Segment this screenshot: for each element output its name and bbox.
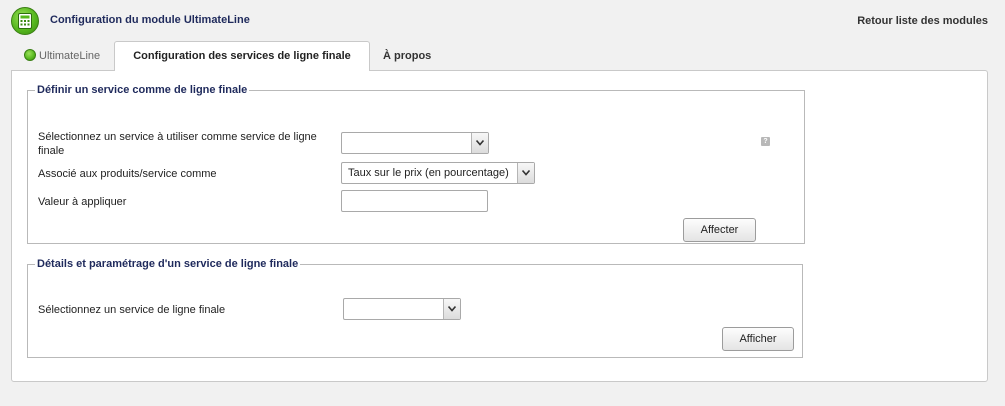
- afficher-button[interactable]: Afficher: [722, 327, 794, 351]
- chevron-down-icon: [517, 163, 534, 183]
- associate-label: Associé aux produits/service comme: [38, 168, 217, 180]
- calculator-icon: [11, 7, 39, 35]
- tab-ultimateline[interactable]: UltimateLine: [24, 42, 110, 70]
- page-title: Configuration du module UltimateLine: [50, 14, 250, 26]
- chevron-down-icon: [471, 133, 488, 153]
- service-select[interactable]: [341, 132, 489, 154]
- service-details-legend: Détails et paramétrage d'un service de l…: [37, 258, 299, 270]
- chevron-down-icon: [443, 299, 460, 319]
- final-service-select-label: Sélectionnez un service de ligne finale: [38, 304, 226, 316]
- ultimateline-icon: [24, 49, 36, 61]
- final-service-select[interactable]: [343, 298, 461, 320]
- tab-content-panel: Définir un service comme de ligne finale…: [11, 70, 988, 382]
- define-service-legend: Définir un service comme de ligne finale: [37, 84, 248, 96]
- help-icon[interactable]: ?: [761, 137, 770, 146]
- service-details-fieldset: Détails et paramétrage d'un service de l…: [27, 258, 803, 358]
- back-to-modules-link[interactable]: Retour liste des modules: [857, 15, 988, 27]
- affecter-button[interactable]: Affecter: [683, 218, 756, 242]
- associate-select[interactable]: Taux sur le prix (en pourcentage): [341, 162, 535, 184]
- amount-input[interactable]: [341, 190, 488, 212]
- tab-ultimateline-label: UltimateLine: [39, 50, 101, 62]
- associate-select-value: Taux sur le prix (en pourcentage): [348, 167, 509, 179]
- service-select-label: Sélectionnez un service à utiliser comme…: [38, 131, 317, 157]
- tab-configuration-services[interactable]: Configuration des services de ligne fina…: [114, 41, 370, 71]
- amount-label: Valeur à appliquer: [38, 196, 127, 208]
- tab-about[interactable]: À propos: [383, 42, 443, 70]
- page-header: Configuration du module UltimateLine Ret…: [0, 0, 1005, 40]
- define-service-fieldset: Définir un service comme de ligne finale…: [27, 84, 805, 244]
